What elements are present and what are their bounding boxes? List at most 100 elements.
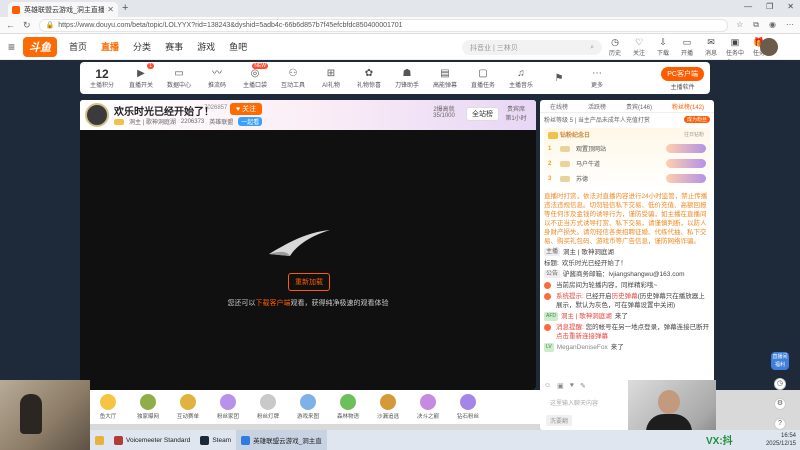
vip-seat[interactable]: 贵宾席 第1小时 — [498, 104, 534, 122]
nav-events[interactable]: 赛事 — [165, 40, 183, 53]
new-tab-icon[interactable]: + — [122, 2, 128, 14]
nav-games[interactable]: 游戏 — [197, 40, 215, 53]
gift-item[interactable]: 游戏来图 — [288, 394, 328, 420]
tool-blade-helper[interactable]: ☗ 刀锋助手 — [388, 67, 426, 89]
rank-row[interactable]: 2 马户牛道 — [548, 159, 600, 168]
gift-item[interactable]: 钻石粉丝 — [448, 394, 488, 420]
category-link[interactable]: 英雄联盟 — [209, 117, 233, 126]
history-float-icon[interactable]: ◷ — [774, 378, 786, 390]
rank-row[interactable]: 1 观置顶网站 — [548, 144, 606, 153]
anchor-level[interactable]: 12 主播积分 — [86, 68, 118, 89]
tab-fans-rank[interactable]: 粉丝榜(142) — [672, 102, 704, 111]
refresh-icon[interactable]: ↻ — [23, 20, 31, 31]
new-badge: NEW — [252, 63, 268, 69]
gift-item[interactable]: 决斗之巅 — [408, 394, 448, 420]
tool-music[interactable]: ♫ 主播音乐 — [502, 67, 540, 89]
gift-item[interactable]: 独家曝网 — [128, 394, 168, 420]
tool-interaction[interactable]: ⚇ 互动工具 — [274, 67, 312, 89]
help-icon[interactable]: ? — [774, 418, 786, 430]
back-icon[interactable]: ← — [6, 20, 15, 30]
gift-item[interactable]: 鱼大厅 — [88, 394, 128, 420]
extensions-icon[interactable]: ⧉ — [753, 20, 759, 30]
level-caption: 主播积分 — [89, 82, 114, 89]
tab-vip[interactable]: 贵宾(146) — [626, 102, 652, 111]
gift-item[interactable]: 沙漏追逃 — [368, 394, 408, 420]
room-tag[interactable]: 一起看 — [238, 117, 263, 126]
chat-input[interactable]: 这里输入聊天内容 — [544, 392, 624, 412]
close-tab-icon[interactable]: ✕ — [107, 5, 114, 14]
tool-gift-box[interactable]: ⚑ — [540, 72, 578, 85]
nav-home[interactable]: 首页 — [69, 40, 87, 53]
taskbar-voicemeeter[interactable]: Voicemeeter Standard — [109, 430, 195, 450]
user-avatar[interactable] — [760, 38, 778, 56]
close-window-icon[interactable]: ✕ — [787, 2, 794, 11]
minimize-icon[interactable]: — — [744, 2, 752, 11]
become-fan-button[interactable]: 成为粉丝 — [683, 116, 710, 123]
maximize-icon[interactable]: ❐ — [766, 2, 773, 11]
tool-more[interactable]: ⋯ 更多 — [578, 67, 616, 89]
streamer-toolbar: 12 主播积分 1 ▶ 直播开关 ▭ 数据中心 〰推流码 NEW ◎ 主播口袋 ⚇ 互动工具… — [80, 62, 710, 94]
reconnect-link[interactable]: 点击重新连接弹幕 — [556, 333, 608, 340]
taskbar-clock[interactable]: 16:54 2025/12/15 — [766, 432, 796, 448]
gift-item[interactable]: 粉丝灯牌 — [248, 394, 288, 420]
barrage-style-icon[interactable]: ✎ — [580, 382, 586, 390]
tool-anchor-pocket[interactable]: NEW ◎ 主播口袋 — [236, 63, 274, 89]
music-icon: ♫ — [517, 68, 525, 79]
task-icon: ▣ — [730, 37, 740, 47]
gift-item[interactable]: 粉丝家团 — [208, 394, 248, 420]
send-button[interactable]: 洗要翻 — [546, 415, 573, 426]
anchor-name[interactable]: 洞主 | 歌神洞庭湖 — [129, 117, 176, 126]
menu-icon[interactable]: ≡ — [8, 40, 15, 54]
fans-bar: 粉丝等级 5 | 当主产品未成年人充值打赏 成为粉丝 — [540, 113, 714, 126]
tool-gift-surprise[interactable]: ✿ 礼物惊喜 — [350, 67, 388, 89]
more-icon[interactable]: ⋯ — [786, 20, 794, 30]
lock-icon: 🔒 — [45, 22, 55, 29]
taskbar-browser[interactable]: 英雄联盟云游戏_洞主直 — [236, 430, 327, 450]
hourly-rank[interactable]: 2爆高就 35/1000 — [424, 104, 464, 119]
profile-icon[interactable]: ◉ — [769, 20, 776, 30]
level-badge: AFD — [544, 312, 558, 321]
all-station-rank-button[interactable]: 全站榜 — [466, 107, 499, 121]
rank-row[interactable]: 3 苏德 — [548, 174, 588, 183]
nav-yuba[interactable]: 鱼吧 — [229, 40, 247, 53]
gift-item[interactable]: 森林物语 — [328, 394, 368, 420]
nav-category[interactable]: 分类 — [133, 40, 151, 53]
tab-online-rank[interactable]: 在线榜 — [550, 102, 568, 111]
tool-data-center[interactable]: ▭ 数据中心 — [160, 67, 198, 89]
tool-stream-key[interactable]: 〰推流码 — [198, 67, 236, 89]
url-field[interactable]: 🔒 https://www.douyu.com/beta/topic/LOLYY… — [38, 18, 729, 32]
history-barrage-link[interactable]: 历史弹幕 — [612, 293, 638, 300]
browser-tab[interactable]: 英雄联盟云游戏_洞主直播_洞主 | 歌 ✕ — [8, 2, 118, 17]
room-welfare-badge[interactable]: 直播间 福利 — [771, 352, 789, 370]
search-icon[interactable]: ⌕ — [590, 44, 594, 52]
tab-active-rank[interactable]: 活跃榜 — [588, 102, 606, 111]
bell-icon: ✉ — [707, 37, 715, 47]
follow-button[interactable]: ♥ 关注 — [230, 103, 263, 115]
tool-ai-gift[interactable]: ⊞ AI礼物 — [312, 67, 350, 89]
anniversary-title: 钻粉纪念日 — [548, 130, 590, 139]
gift-icon — [260, 394, 276, 410]
enter-message: AFD 洞主 | 歌神洞庭湖 来了 — [544, 312, 628, 321]
nav-live[interactable]: 直播 — [101, 40, 119, 53]
pc-client-button[interactable]: PC客户端 主播软件 — [661, 67, 704, 91]
tool-live-switch[interactable]: 1 ▶ 直播开关 — [122, 63, 160, 89]
reload-button[interactable]: 重新加载 — [288, 273, 330, 291]
star-icon[interactable]: ☆ — [736, 20, 743, 30]
search-input[interactable]: 抖音业 | 三林贝 ⌕ — [462, 40, 602, 55]
taskbar-steam[interactable]: Steam — [195, 430, 236, 450]
loading-icon — [269, 230, 330, 256]
video-area[interactable]: 重新加载 您还可以下载客户端观看，获得纯净极速的观看体验 — [80, 130, 536, 390]
gift-item[interactable]: 互动赛单 — [168, 394, 208, 420]
settings-icon[interactable]: ⚙ — [774, 398, 786, 410]
emoji-icon[interactable]: ☺ — [544, 382, 551, 390]
image-icon[interactable]: ▣ — [557, 382, 564, 390]
taskbar-folder[interactable] — [90, 430, 109, 450]
tool-high-barrage[interactable]: ▤ 高能弹幕 — [426, 67, 464, 89]
douyu-logo[interactable]: 斗鱼 — [23, 36, 58, 57]
fan-icon[interactable]: ♥ — [570, 382, 574, 390]
download-client-link[interactable]: 下载客户端 — [256, 300, 291, 307]
anchor-avatar[interactable] — [85, 103, 109, 127]
tool-live-task[interactable]: ▢ 直播任务 — [464, 67, 502, 89]
past-fans-link[interactable]: 往日钻粉 — [684, 131, 704, 138]
carousel-message: 当前房间为轮播内容，同样精彩哦~ — [544, 281, 710, 290]
